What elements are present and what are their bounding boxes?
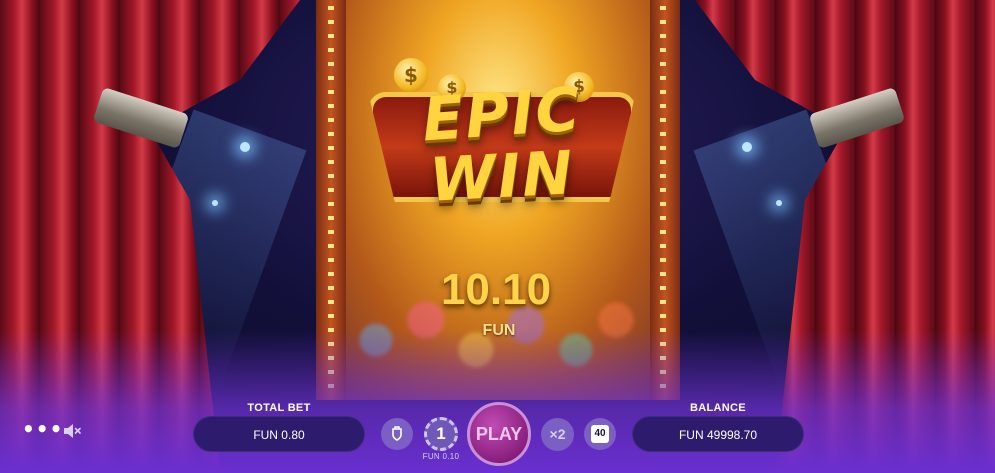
multiplier-button[interactable]: ×2	[541, 418, 574, 451]
shield-icon	[392, 426, 402, 441]
game-stage: $ $ $ EPIC WIN 10.10 FUN ••• TOTAL BET F…	[0, 0, 995, 473]
bet-reset-button[interactable]	[381, 418, 413, 450]
play-button[interactable]: PLAY	[467, 402, 531, 466]
stage-light	[240, 142, 250, 152]
balance-field: FUN 49998.70	[632, 416, 804, 452]
stage-light	[742, 142, 752, 152]
coin-value-chip[interactable]: 1	[424, 417, 458, 451]
more-dots-icon[interactable]: •••	[22, 419, 62, 440]
win-text: WIN	[427, 138, 577, 216]
stage-light	[776, 200, 782, 206]
coin-value-sub-label: FUN 0.10	[422, 452, 460, 461]
speaker-muted-icon[interactable]	[62, 422, 82, 440]
autoplay-count: 40	[591, 425, 609, 443]
stage-light	[212, 200, 218, 206]
total-bet-field[interactable]: FUN 0.80	[193, 416, 365, 452]
total-bet-label: TOTAL BET	[247, 402, 311, 414]
autoplay-button[interactable]: 40	[584, 418, 616, 450]
epic-win-badge: $ $ $ EPIC WIN	[368, 58, 636, 216]
balance-label: BALANCE	[690, 402, 746, 414]
win-amount: 10.10	[440, 265, 552, 314]
